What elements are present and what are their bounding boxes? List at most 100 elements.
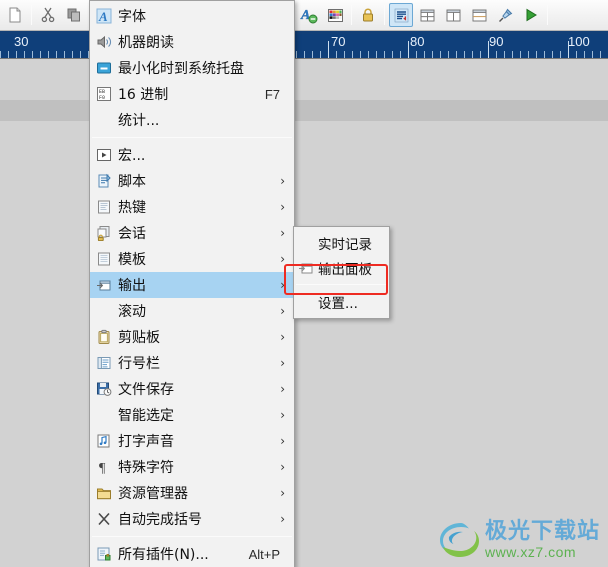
menu-item[interactable]: 滚动 › (90, 298, 294, 324)
brackets-icon (90, 506, 118, 532)
svg-text:F0: F0 (99, 95, 105, 101)
pin-icon[interactable] (493, 3, 517, 27)
ruler-minor-tick (40, 51, 41, 58)
ruler-major-tick (408, 41, 409, 58)
ruler-minor-tick (584, 51, 585, 58)
ruler-minor-tick (384, 51, 385, 58)
menu-item[interactable]: 文件保存 › (90, 376, 294, 402)
menu-item[interactable]: A 字体 (90, 3, 294, 29)
chevron-right-icon: › (280, 174, 285, 188)
copy-icon[interactable] (62, 3, 86, 27)
menu-item[interactable]: 打字声音 › (90, 428, 294, 454)
ruler-minor-tick (56, 51, 57, 58)
menu-item[interactable]: 剪贴板 › (90, 324, 294, 350)
ruler-minor-tick (64, 51, 65, 58)
ruler-minor-tick (520, 51, 521, 58)
no-icon-placeholder (294, 230, 318, 256)
ruler-major-tick (328, 41, 329, 58)
submenu-item[interactable]: 输出面板 (294, 255, 389, 280)
ruler-minor-tick (552, 51, 553, 58)
menu-item-label: 自动完成括号 (118, 512, 202, 528)
ruler-minor-tick (432, 51, 433, 58)
zoom-out-icon[interactable]: A (297, 3, 321, 27)
split-grid-icon[interactable] (415, 3, 439, 27)
chevron-right-icon: › (280, 460, 285, 474)
submenu-item-label: 实时记录 (318, 236, 372, 253)
split-vertical-icon[interactable] (441, 3, 465, 27)
menu-item[interactable]: 机器朗读 (90, 29, 294, 55)
no-icon-placeholder (90, 107, 118, 133)
lock-icon[interactable] (356, 3, 380, 27)
watermark-site-name: 极光下载站 (484, 519, 600, 545)
menu-item-label: 统计... (118, 113, 160, 129)
run-icon[interactable] (519, 3, 543, 27)
split-horizontal-icon[interactable] (467, 3, 491, 27)
ruler-minor-tick (600, 51, 601, 58)
submenu-item[interactable]: 设置... (294, 289, 389, 314)
svg-text:A: A (98, 9, 108, 24)
minimize-tray-icon (90, 55, 118, 81)
menu-item[interactable]: 脚本 › (90, 168, 294, 194)
chevron-right-icon: › (280, 408, 285, 422)
menu-item[interactable]: 宏... (90, 142, 294, 168)
no-icon-placeholder (90, 402, 118, 428)
ruler-minor-tick (336, 51, 337, 58)
ruler-minor-tick (504, 51, 505, 58)
script-icon (90, 168, 118, 194)
chevron-right-icon: › (280, 356, 285, 370)
ruler-minor-tick (480, 51, 481, 58)
ruler-label: 30 (14, 34, 29, 49)
macro-icon (90, 142, 118, 168)
menu-item[interactable]: 所有插件(N)... Alt+P (90, 541, 294, 567)
menu-item[interactable]: ¶ 特殊字符 › (90, 454, 294, 480)
menu-item-label: 滚动 (118, 304, 146, 320)
ruler-minor-tick (496, 51, 497, 58)
ruler-minor-tick (424, 51, 425, 58)
line-number-icon (90, 350, 118, 376)
menu-item-label: 模板 (118, 252, 146, 268)
menu-item[interactable]: 热键 › (90, 194, 294, 220)
ruler-minor-tick (472, 51, 473, 58)
clipboard-icon (90, 324, 118, 350)
menu-item[interactable]: 模板 › (90, 246, 294, 272)
chevron-right-icon: › (280, 200, 285, 214)
menu-item[interactable]: 自动完成括号 › (90, 506, 294, 532)
word-wrap-icon[interactable] (389, 3, 413, 27)
menu-item-label: 字体 (118, 9, 146, 25)
menu-item-label: 智能选定 (118, 408, 174, 424)
ruler-minor-tick (456, 51, 457, 58)
ruler-minor-tick (440, 51, 441, 58)
ruler-minor-tick (376, 51, 377, 58)
color-palette-icon[interactable] (323, 3, 347, 27)
submenu-separator (296, 284, 387, 285)
menu-item[interactable]: 统计... (90, 107, 294, 133)
menu-item[interactable]: 资源管理器 › (90, 480, 294, 506)
menu-item[interactable]: 输出 › (90, 272, 294, 298)
menu-item-label: 打字声音 (118, 434, 174, 450)
ruler-minor-tick (312, 51, 313, 58)
menu-item[interactable]: 智能选定 › (90, 402, 294, 428)
submenu-item-label: 输出面板 (318, 261, 372, 278)
ruler-minor-tick (8, 51, 9, 58)
submenu-item[interactable]: 实时记录 (294, 230, 389, 255)
chevron-right-icon: › (280, 226, 285, 240)
new-document-icon[interactable] (3, 3, 27, 27)
ruler-minor-tick (360, 51, 361, 58)
cut-icon[interactable] (36, 3, 60, 27)
toolbar-separator (384, 5, 385, 25)
output-panel-icon (294, 255, 318, 281)
session-lock-icon (90, 220, 118, 246)
ruler-minor-tick (400, 51, 401, 58)
watermark-logo-icon (437, 519, 483, 561)
ruler-minor-tick (0, 51, 1, 58)
output-window-icon (90, 272, 118, 298)
ruler-minor-tick (16, 51, 17, 58)
ruler-minor-tick (352, 51, 353, 58)
menu-item[interactable]: 会话 › (90, 220, 294, 246)
menu-separator (92, 137, 292, 138)
menu-item[interactable]: 最小化时到系统托盘 (90, 55, 294, 81)
menu-item[interactable]: EB F0 16 进制 F7 (90, 81, 294, 107)
menu-item-label: 文件保存 (118, 382, 174, 398)
menu-item[interactable]: 行号栏 › (90, 350, 294, 376)
submenu-item-label: 设置... (318, 295, 358, 312)
